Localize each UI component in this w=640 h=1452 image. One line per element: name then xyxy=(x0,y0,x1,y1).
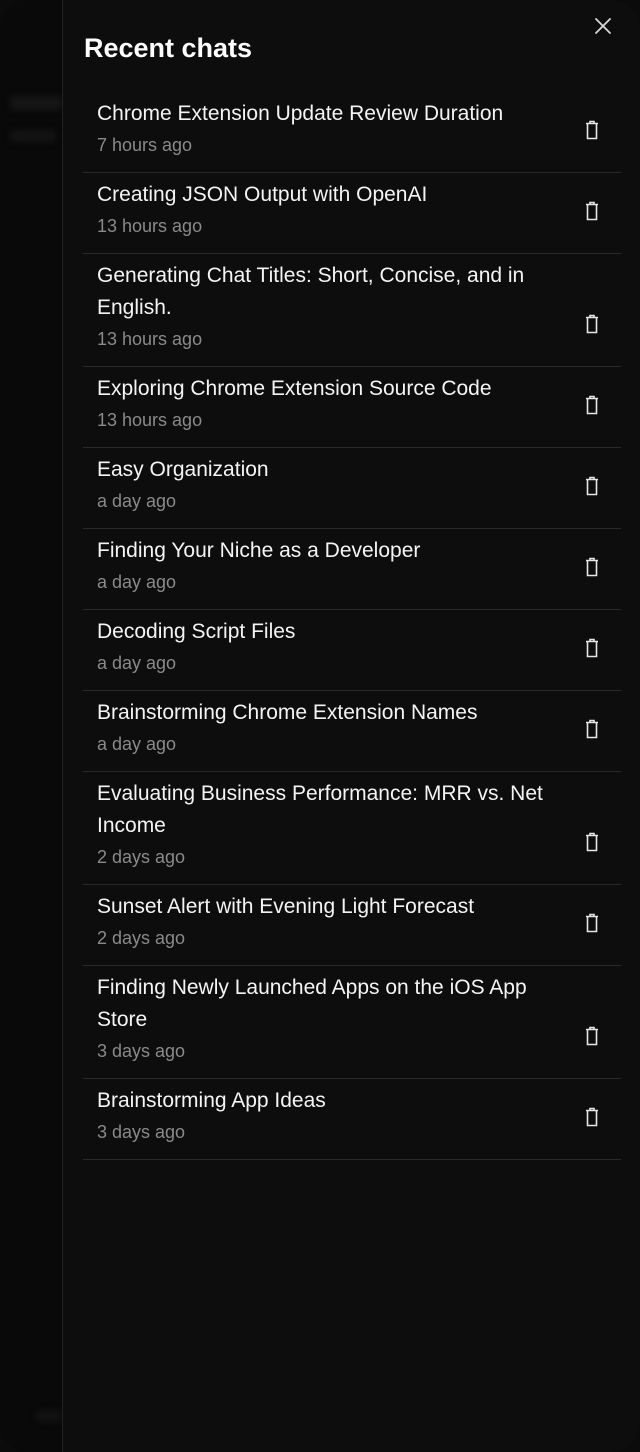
chat-title: Creating JSON Output with OpenAI xyxy=(97,183,428,206)
recent-chats-panel: Recent chats Chrome Extension Update Rev… xyxy=(62,0,640,1452)
delete-chat-button[interactable] xyxy=(583,312,601,336)
delete-chat-button[interactable] xyxy=(583,555,601,579)
dimmed-background[interactable] xyxy=(0,0,62,1452)
chat-list-item[interactable]: Generating Chat Titles: Short, Concise, … xyxy=(83,254,621,367)
chat-timestamp: 13 hours ago xyxy=(97,329,203,349)
chat-title: Brainstorming App Ideas xyxy=(97,1089,326,1112)
chat-title: Brainstorming Chrome Extension Names xyxy=(97,701,478,724)
app-window: Recent chats Chrome Extension Update Rev… xyxy=(0,0,640,1452)
chat-title: Sunset Alert with Evening Light Forecast xyxy=(97,895,475,918)
background-text-blur xyxy=(36,1410,62,1422)
chat-title: Generating Chat Titles: Short, Concise, … xyxy=(97,264,525,319)
chat-timestamp: 13 hours ago xyxy=(97,410,203,430)
delete-chat-button[interactable] xyxy=(583,1105,601,1129)
delete-chat-button[interactable] xyxy=(583,830,601,854)
close-icon xyxy=(595,18,611,34)
chat-list-item[interactable]: Evaluating Business Performance: MRR vs.… xyxy=(83,772,621,885)
chat-list-item[interactable]: Brainstorming App Ideas 3 days ago xyxy=(83,1079,621,1160)
trash-icon xyxy=(586,314,598,334)
trash-icon xyxy=(586,832,598,852)
chat-list-item[interactable]: Sunset Alert with Evening Light Forecast… xyxy=(83,885,621,966)
chat-list-item[interactable]: Exploring Chrome Extension Source Code 1… xyxy=(83,367,621,448)
chat-list-item[interactable]: Finding Newly Launched Apps on the iOS A… xyxy=(83,966,621,1079)
trash-icon xyxy=(586,201,598,221)
delete-chat-button[interactable] xyxy=(583,393,601,417)
chat-timestamp: 13 hours ago xyxy=(97,216,203,236)
chat-timestamp: a day ago xyxy=(97,653,177,673)
delete-chat-button[interactable] xyxy=(583,1024,601,1048)
chat-list-item[interactable]: Finding Your Niche as a Developer a day … xyxy=(83,529,621,610)
delete-chat-button[interactable] xyxy=(583,911,601,935)
trash-icon xyxy=(586,120,598,140)
chat-timestamp: 3 days ago xyxy=(97,1122,186,1142)
chat-timestamp: 3 days ago xyxy=(97,1041,186,1061)
chat-timestamp: a day ago xyxy=(97,572,177,592)
chat-timestamp: 2 days ago xyxy=(97,928,186,948)
chat-list-item[interactable]: Brainstorming Chrome Extension Names a d… xyxy=(83,691,621,772)
chat-timestamp: a day ago xyxy=(97,491,177,511)
chat-list: Chrome Extension Update Review Duration … xyxy=(83,92,621,1160)
background-text-blur xyxy=(10,130,56,142)
chat-timestamp: a day ago xyxy=(97,734,177,754)
trash-icon xyxy=(586,476,598,496)
chat-list-item[interactable]: Creating JSON Output with OpenAI 13 hour… xyxy=(83,173,621,254)
trash-icon xyxy=(586,557,598,577)
trash-icon xyxy=(586,638,598,658)
chat-title: Finding Your Niche as a Developer xyxy=(97,539,421,562)
chat-title: Chrome Extension Update Review Duration xyxy=(97,102,504,125)
trash-icon xyxy=(586,913,598,933)
chat-title: Evaluating Business Performance: MRR vs.… xyxy=(97,782,543,837)
chat-timestamp: 2 days ago xyxy=(97,847,186,867)
delete-chat-button[interactable] xyxy=(583,474,601,498)
delete-chat-button[interactable] xyxy=(583,717,601,741)
chat-list-item[interactable]: Easy Organization a day ago xyxy=(83,448,621,529)
trash-icon xyxy=(586,1107,598,1127)
chat-timestamp: 7 hours ago xyxy=(97,135,193,155)
chat-list-item[interactable]: Chrome Extension Update Review Duration … xyxy=(83,92,621,173)
delete-chat-button[interactable] xyxy=(583,118,601,142)
chat-list-item[interactable]: Decoding Script Files a day ago xyxy=(83,610,621,691)
panel-title: Recent chats xyxy=(84,33,253,63)
close-button[interactable] xyxy=(591,14,615,38)
delete-chat-button[interactable] xyxy=(583,199,601,223)
background-text-blur xyxy=(10,96,62,110)
chat-title: Exploring Chrome Extension Source Code xyxy=(97,377,492,400)
trash-icon xyxy=(586,1026,598,1046)
delete-chat-button[interactable] xyxy=(583,636,601,660)
chat-title: Finding Newly Launched Apps on the iOS A… xyxy=(97,976,527,1031)
chat-title: Easy Organization xyxy=(97,458,269,481)
trash-icon xyxy=(586,719,598,739)
trash-icon xyxy=(586,395,598,415)
chat-title: Decoding Script Files xyxy=(97,620,296,643)
